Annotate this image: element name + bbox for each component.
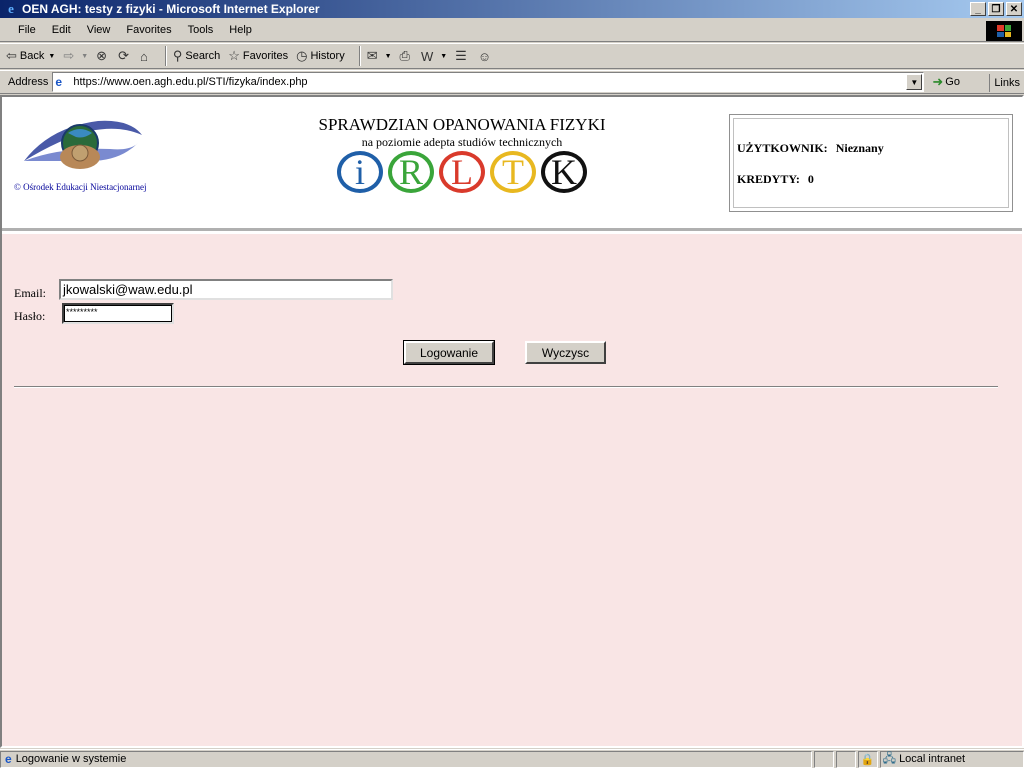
links-label: Links: [994, 77, 1020, 89]
oen-logo-icon: [24, 120, 142, 169]
zone-label: Local intranet: [899, 753, 966, 765]
favorites-icon: ☆: [228, 48, 240, 63]
page-title: SPRAWDZIAN OPANOWANIA FIZYKI: [318, 115, 606, 134]
user-info-box: UŻYTKOWNIK: Nieznany KREDYTY: 0: [729, 114, 1013, 212]
menu-view[interactable]: View: [79, 24, 119, 36]
messenger-icon: ☺: [477, 48, 492, 64]
password-label: Hasło:: [14, 309, 46, 323]
address-input[interactable]: e https://www.oen.agh.edu.pl/STI/fizyka/…: [52, 72, 925, 92]
page-content: © Ośrodek Edukacji Niestacjonarnej SPRAW…: [0, 95, 1024, 748]
chevron-down-icon[interactable]: ▼: [81, 53, 88, 60]
menu-edit[interactable]: Edit: [44, 24, 79, 36]
search-icon: ⚲: [172, 48, 183, 63]
search-label: Search: [185, 50, 221, 62]
back-button[interactable]: ⇦ Back ▼: [6, 48, 55, 64]
go-label: Go: [945, 76, 960, 88]
user-value: Nieznany: [835, 141, 884, 155]
go-arrow-icon: ➜: [932, 74, 944, 89]
home-button[interactable]: ⌂: [140, 49, 151, 64]
mail-button[interactable]: ✉ ▼: [367, 48, 392, 64]
password-field[interactable]: *********: [62, 303, 174, 324]
intranet-icon: 🖧: [882, 750, 897, 765]
search-button[interactable]: ⚲ Search: [173, 48, 220, 64]
back-label: Back: [19, 50, 45, 62]
discuss-button[interactable]: ☰: [455, 48, 470, 64]
divider: [14, 386, 998, 388]
edit-button[interactable]: W ▼: [421, 49, 447, 64]
address-label: Address: [8, 76, 49, 88]
favorites-button[interactable]: ☆ Favorites: [228, 48, 288, 64]
page-icon: e: [5, 752, 12, 766]
page-icon: e: [55, 75, 63, 89]
circle-i-icon: i: [337, 151, 383, 193]
stop-icon: ⊗: [96, 48, 108, 63]
email-field[interactable]: jkowalski@waw.edu.pl: [59, 279, 393, 300]
mail-icon: ✉: [366, 48, 378, 63]
status-bar: e Logowanie w systemie 🔒 🖧 Local intrane…: [0, 749, 1024, 768]
toolbar-separator: [358, 46, 361, 66]
irltk-logo: i R L T K: [337, 151, 592, 193]
title-bar: e OEN AGH: testy z fizyki - Microsoft In…: [0, 0, 1024, 18]
lock-icon: 🔒: [857, 750, 878, 768]
page-header: © Ośrodek Edukacji Niestacjonarnej SPRAW…: [2, 97, 1022, 231]
history-button[interactable]: ◷ History: [296, 48, 345, 64]
address-url[interactable]: https://www.oen.agh.edu.pl/STI/fizyka/in…: [73, 76, 307, 88]
toolbar: ⇦ Back ▼ ⇨ ▼ ⊗ ⟳ ⌂ ⚲ Search ☆ Favorites …: [0, 43, 1024, 69]
forward-button[interactable]: ⇨ ▼: [63, 48, 88, 64]
chevron-down-icon[interactable]: ▼: [906, 74, 923, 90]
go-button[interactable]: ➜ Go: [932, 74, 960, 90]
login-form: Email: jkowalski@waw.edu.pl Hasło: *****…: [2, 234, 1022, 746]
history-label: History: [310, 50, 345, 62]
print-icon: ⎙: [399, 48, 410, 63]
menu-tools[interactable]: Tools: [180, 24, 222, 36]
menu-file[interactable]: File: [10, 24, 44, 36]
chevron-down-icon[interactable]: ▼: [48, 53, 55, 60]
clear-button[interactable]: Wyczysc: [525, 341, 606, 364]
credits-label: KREDYTY:: [737, 172, 800, 186]
minimize-button[interactable]: _: [970, 2, 986, 16]
forward-arrow-icon: ⇨: [63, 48, 75, 63]
address-bar: Address e https://www.oen.agh.edu.pl/STI…: [0, 70, 1024, 94]
email-label: Email:: [14, 286, 46, 300]
zone-indicator[interactable]: 🖧 Local intranet: [879, 750, 1024, 768]
messenger-button[interactable]: ☺: [478, 49, 494, 64]
restore-button[interactable]: ❐: [988, 2, 1004, 16]
circle-l-icon: L: [439, 151, 485, 193]
refresh-icon: ⟳: [118, 48, 129, 63]
refresh-button[interactable]: ⟳: [118, 48, 132, 64]
back-arrow-icon: ⇦: [6, 48, 17, 63]
page-subtitle: na poziomie adepta studiów technicznych: [361, 135, 563, 149]
menu-bar: File Edit View Favorites Tools Help: [0, 19, 1024, 42]
ie-icon: e: [8, 1, 14, 16]
circle-t-icon: T: [490, 151, 536, 193]
status-text: Logowanie w systemie: [15, 753, 127, 765]
window-title: OEN AGH: testy z fizyki - Microsoft Inte…: [22, 2, 320, 16]
close-button[interactable]: ✕: [1006, 2, 1022, 16]
user-label: UŻYTKOWNIK:: [737, 141, 828, 155]
windows-logo-icon: [986, 21, 1022, 41]
discuss-icon: ☰: [455, 48, 467, 63]
links-button[interactable]: Links: [989, 74, 1020, 92]
home-icon: ⌂: [139, 48, 148, 64]
menu-help[interactable]: Help: [221, 24, 260, 36]
circle-k-icon: K: [541, 151, 587, 193]
credits-value: 0: [807, 172, 814, 186]
menu-favorites[interactable]: Favorites: [118, 24, 179, 36]
status-cell: [814, 750, 835, 768]
word-icon: W: [420, 48, 434, 64]
chevron-down-icon[interactable]: ▼: [440, 53, 447, 60]
stop-button[interactable]: ⊗: [96, 48, 110, 64]
favorites-label: Favorites: [242, 50, 289, 62]
login-button[interactable]: Logowanie: [403, 340, 495, 365]
toolbar-separator: [164, 46, 167, 66]
history-icon: ◷: [296, 48, 308, 63]
print-button[interactable]: ⎙: [400, 48, 413, 64]
chevron-down-icon[interactable]: ▼: [385, 53, 392, 60]
status-cell: [836, 750, 856, 768]
logo-caption: © Ośrodek Edukacji Niestacjonarnej: [14, 182, 147, 192]
circle-r-icon: R: [388, 151, 434, 193]
